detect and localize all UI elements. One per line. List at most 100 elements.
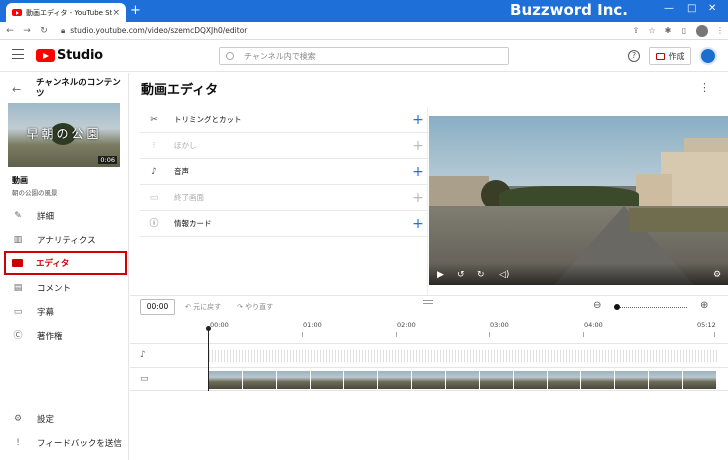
create-button[interactable]: 作成 [649, 47, 691, 65]
add-endscreen-button[interactable]: + [408, 190, 428, 206]
redo-label: やり直す [245, 303, 274, 311]
studio-logo[interactable]: Studio [36, 48, 103, 63]
extensions-icon[interactable]: ✱ [660, 26, 676, 35]
volume-icon[interactable]: ◁) [499, 270, 509, 280]
ruler-tick-label: 04:00 [584, 321, 603, 329]
settings-gear-icon[interactable]: ⚙ [713, 270, 721, 280]
zoom-out-icon[interactable]: ⊖ [593, 300, 601, 311]
maximize-button[interactable]: □ [687, 3, 696, 14]
more-options-icon[interactable]: ⋮ [699, 81, 710, 94]
address-bar: ← → ↻ 🔒︎ studio.youtube.com/video/szemcD… [0, 22, 728, 40]
video-thumbnail[interactable]: 早朝の公園 0:06 [8, 103, 120, 167]
film-frame [649, 371, 684, 389]
sidebar-item-label: 設定 [37, 415, 55, 425]
sidebar-item-copyright[interactable]: Ⓒ 著作権 [0, 324, 129, 348]
video-camera-icon: ▭ [140, 374, 149, 384]
scissors-icon: ✂ [150, 114, 158, 125]
undo-button[interactable]: ↶ 元に戻す [185, 302, 221, 312]
film-frame [209, 371, 243, 389]
info-icon: ⓘ [149, 218, 159, 229]
tool-label: トリミングとカット [174, 115, 242, 124]
film-frame [412, 371, 447, 389]
sidebar-item-label: コメント [37, 284, 72, 294]
add-audio-button[interactable]: + [408, 164, 428, 180]
sidebar-item-settings[interactable]: ⚙ 設定 [0, 407, 129, 431]
film-frame [615, 371, 650, 389]
forward-arrow-icon[interactable]: → [20, 26, 34, 36]
ruler-tick [302, 332, 303, 337]
youtube-favicon-icon [12, 9, 22, 16]
add-blur-button[interactable]: + [408, 138, 428, 154]
video-track[interactable]: ▭ [130, 367, 728, 391]
zoom-in-icon[interactable]: ⊕ [700, 300, 708, 311]
tool-label: 終了画面 [174, 193, 204, 202]
sidebar-item-editor[interactable]: エディタ [4, 251, 127, 275]
share-icon[interactable]: ⇪ [628, 26, 644, 35]
back-arrow-icon[interactable]: ← [3, 26, 17, 36]
sidebar: ← チャンネルのコンテンツ 早朝の公園 0:06 動画 朝の公園の風景 ✎ 詳細… [0, 73, 129, 460]
tool-trim[interactable]: ✂ トリミングとカット + [140, 107, 428, 133]
add-trim-button[interactable]: + [408, 112, 428, 128]
tool-endscreen[interactable]: ▭ 終了画面 + [140, 185, 428, 211]
sidebar-item-comments[interactable]: ▤ コメント [0, 276, 129, 300]
zoom-slider-knob[interactable] [614, 304, 620, 310]
video-controls: ▶ ↺ ↻ ◁) ⚙ [429, 263, 728, 285]
sidebar-item-label: アナリティクス [37, 236, 96, 246]
redo-button[interactable]: ↷ やり直す [237, 302, 273, 312]
editor-main: 動画エディタ ⋮ ✂ トリミングとカット + ⁝ ぼかし + ♪ 音声 + ▭ … [130, 73, 728, 460]
tool-blur[interactable]: ⁝ ぼかし + [140, 133, 428, 159]
tab-close-icon[interactable]: × [112, 8, 120, 18]
film-frame [344, 371, 379, 389]
tool-info-cards[interactable]: ⓘ 情報カード + [140, 211, 428, 237]
search-input[interactable]: チャンネル内で検索 [219, 47, 509, 65]
reload-icon[interactable]: ↻ [37, 26, 51, 36]
hamburger-menu-icon[interactable] [12, 49, 24, 59]
copyright-icon: Ⓒ [13, 331, 23, 341]
sidebar-item-analytics[interactable]: ▥ アナリティクス [0, 228, 129, 252]
timeline-ruler[interactable]: 00:00 01:00 02:00 03:00 04:00 05:12 [208, 321, 716, 337]
browser-tab[interactable]: 動画エディタ - YouTube Studio × [6, 3, 126, 22]
video-preview[interactable]: ▶ ↺ ↻ ◁) ⚙ [429, 116, 728, 285]
film-frame [242, 371, 277, 389]
bookmark-star-icon[interactable]: ☆ [644, 26, 660, 35]
audio-track[interactable]: ♪ [130, 343, 728, 367]
endscreen-icon: ▭ [149, 192, 159, 203]
ruler-tick-label: 01:00 [303, 321, 322, 329]
film-frame [276, 371, 311, 389]
ruler-tick [396, 332, 397, 337]
tool-audio[interactable]: ♪ 音声 + [140, 159, 428, 185]
tool-label: ぼかし [174, 141, 197, 150]
zoom-slider-track[interactable] [615, 307, 687, 308]
profile-avatar[interactable] [696, 24, 708, 37]
search-icon [226, 52, 234, 60]
account-avatar[interactable] [699, 47, 717, 65]
thumbnail-duration: 0:06 [98, 156, 117, 164]
new-tab-button[interactable]: + [130, 3, 141, 18]
sidebar-item-label: 詳細 [37, 212, 55, 222]
youtube-logo-icon [36, 49, 55, 62]
lock-icon[interactable]: 🔒︎ [61, 26, 65, 36]
timeline-playhead[interactable] [206, 326, 211, 391]
add-info-card-button[interactable]: + [408, 216, 428, 232]
video-grass [629, 208, 728, 232]
video-camera-icon [655, 52, 665, 60]
play-icon[interactable]: ▶ [437, 270, 444, 280]
music-icon: ♪ [151, 166, 157, 177]
url-field[interactable]: studio.youtube.com/video/szemcDQXJh0/edi… [70, 26, 628, 35]
resize-handle-icon[interactable] [423, 300, 433, 304]
forward-icon[interactable]: ↻ [477, 270, 485, 280]
back-arrow-icon[interactable]: ← [12, 83, 21, 96]
help-icon[interactable]: ? [628, 50, 640, 62]
clapper-icon [12, 259, 23, 267]
sidepanel-icon[interactable]: ▯ [676, 26, 692, 35]
sidebar-item-subtitles[interactable]: ▭ 字幕 [0, 300, 129, 324]
timecode-field[interactable]: 00:00 [140, 299, 175, 315]
menu-dots-icon[interactable]: ⋮ [712, 26, 728, 35]
sidebar-item-details[interactable]: ✎ 詳細 [0, 204, 129, 228]
close-window-button[interactable]: ✕ [708, 3, 716, 14]
minimize-button[interactable]: — [664, 3, 674, 14]
rewind-icon[interactable]: ↺ [457, 270, 465, 280]
ruler-tick [583, 332, 584, 337]
sidebar-item-feedback[interactable]: ! フィードバックを送信 [0, 431, 129, 455]
sidebar-item-label: 字幕 [37, 308, 55, 318]
